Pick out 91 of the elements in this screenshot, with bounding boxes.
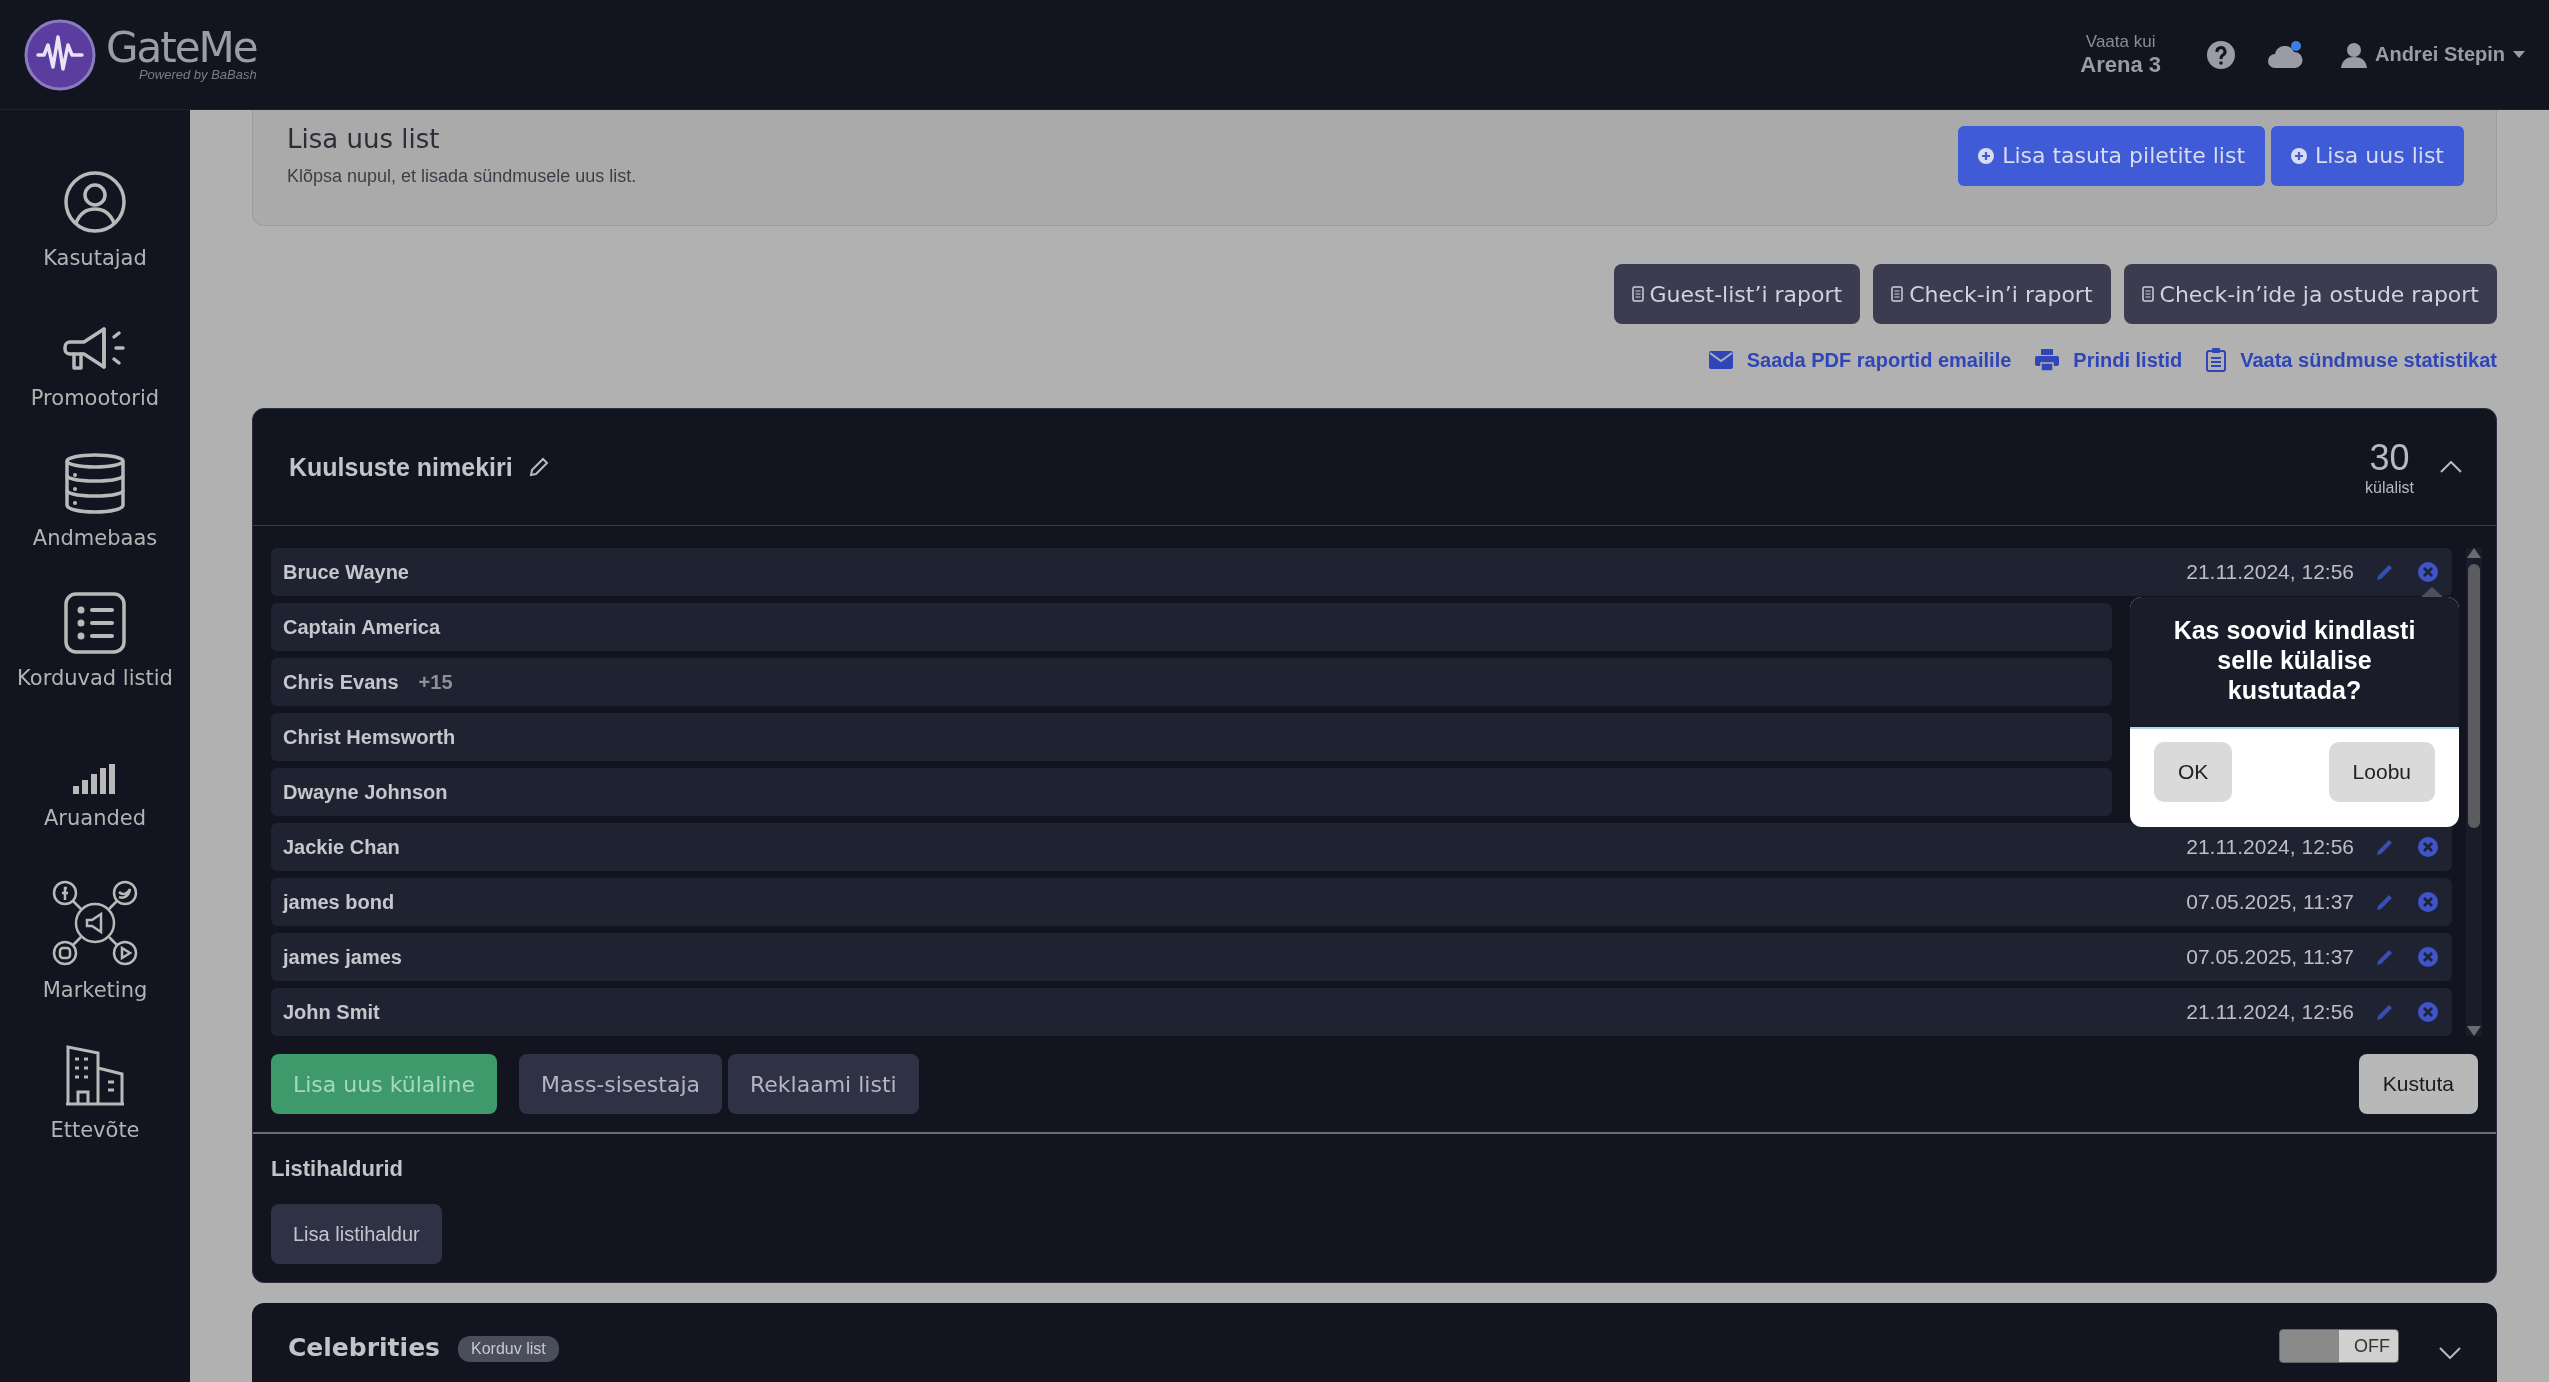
printer-icon — [2035, 349, 2060, 371]
guest-name: Jackie Chan — [283, 835, 400, 859]
guest-name: james bond — [283, 890, 395, 914]
guest-date: 07.05.2025, 11:37 — [2186, 945, 2354, 969]
help-icon[interactable] — [2207, 40, 2235, 69]
sidebar-item[interactable]: Andmebaas — [32, 526, 158, 550]
guest-date: 21.11.2024, 12:56 — [2186, 560, 2354, 584]
guest-count: 30 — [2369, 437, 2410, 479]
sidebar-item[interactable]: Aruanded — [43, 806, 147, 830]
guest-row[interactable]: Captain America — [271, 603, 2112, 651]
guest-row[interactable]: Dwayne Johnson — [271, 768, 2112, 816]
document-icon — [1631, 286, 1644, 302]
social-network-icon — [52, 880, 138, 966]
cloud-icon[interactable] — [2267, 39, 2303, 70]
report-button[interactable]: Guest-list’i raport — [1613, 264, 1861, 324]
report-button[interactable]: Check-in’ide ja ostude raport — [2123, 264, 2497, 324]
guest-count-label: külalist — [2365, 479, 2414, 497]
sidebar-item[interactable]: Korduvad listid — [17, 666, 173, 690]
toggle-switch[interactable]: OFF — [2279, 1329, 2399, 1363]
document-icon — [2141, 286, 2154, 302]
guest-name: Bruce Wayne — [283, 560, 409, 584]
tagline: Powered by BaBash — [138, 67, 257, 82]
guest-row[interactable]: Christ Hemsworth — [271, 713, 2112, 761]
sidebar-item[interactable]: Kasutajad — [43, 246, 147, 270]
guest-name: Captain America — [283, 615, 441, 639]
document-icon — [1891, 286, 1904, 302]
report-link[interactable]: Prindi listid — [2035, 348, 2183, 372]
add-list-button[interactable]: Lisa uus list — [2271, 125, 2464, 186]
delete-icon[interactable] — [2418, 1002, 2438, 1022]
scrollbar[interactable] — [2466, 548, 2482, 1036]
user-icon[interactable] — [2341, 41, 2367, 68]
logo-text: GateMe — [106, 27, 257, 69]
guest-name: John Smit — [283, 1000, 380, 1024]
guest-name: Dwayne Johnson — [283, 780, 448, 804]
delete-button[interactable]: Kustuta — [2358, 1054, 2478, 1114]
guest-row[interactable]: james james 07.05.2025, 11:37 — [271, 933, 2452, 981]
caret-icon[interactable] — [2513, 50, 2525, 59]
plus-circle-icon — [1978, 147, 1995, 164]
guest-name: Chris Evans — [283, 670, 399, 694]
list-icon — [64, 592, 126, 654]
envelope-icon — [1708, 351, 1733, 369]
list-action-button[interactable]: Mass-sisestaja — [518, 1054, 722, 1114]
report-link[interactable]: Saada PDF raportid emailile — [1708, 348, 2012, 372]
cancel-button[interactable]: Loobu — [2328, 742, 2435, 802]
clipboard-icon — [2206, 348, 2227, 372]
delete-icon[interactable] — [2418, 947, 2438, 967]
add-list-button[interactable]: Lisa tasuta piletite list — [1958, 125, 2266, 186]
building-icon — [64, 1044, 126, 1106]
guest-name: Christ Hemsworth — [283, 725, 456, 749]
confirm-message: Kas soovid kindlasti selle külalise kustutada? — [2130, 597, 2459, 729]
sidebar-item[interactable]: Promootorid — [30, 386, 160, 410]
section-title: Listihaldurid — [271, 1156, 404, 1182]
report-link[interactable]: Vaata sündmuse statistikat — [2206, 348, 2497, 372]
plus-circle-icon — [2291, 147, 2308, 164]
sidebar-item[interactable]: Ettevõte — [50, 1118, 140, 1142]
guest-row[interactable]: Chris Evans +15 — [271, 658, 2112, 706]
guest-date: 21.11.2024, 12:56 — [2186, 835, 2354, 859]
scroll-down-icon[interactable] — [2467, 1026, 2481, 1036]
sidebar-item[interactable]: Marketing — [42, 978, 148, 1002]
scroll-up-icon[interactable] — [2467, 548, 2481, 558]
card-description: Klõpsa nupul, et lisada sündmusele uus list. — [287, 166, 637, 187]
delete-icon[interactable] — [2418, 837, 2438, 857]
guest-row[interactable]: John Smit 21.11.2024, 12:56 — [271, 988, 2452, 1036]
signal-bars-icon — [73, 764, 117, 794]
guest-date: 21.11.2024, 12:56 — [2186, 1000, 2354, 1024]
view-as-label: Vaata kui — [2085, 31, 2156, 52]
chevron-down-icon[interactable] — [2439, 1347, 2461, 1359]
recurring-badge: Korduv list — [458, 1336, 559, 1362]
user-name[interactable]: Andrei Stepin — [2375, 43, 2505, 66]
add-manager-button[interactable]: Lisa listihaldur — [271, 1204, 442, 1264]
ok-button[interactable]: OK — [2154, 742, 2233, 802]
report-button[interactable]: Check-in’i raport — [1873, 264, 2111, 324]
card-title: Lisa uus list — [287, 124, 441, 154]
delete-icon[interactable] — [2418, 892, 2438, 912]
plus-count: +15 — [418, 670, 453, 694]
list-title: Kuulsuste nimekiri — [289, 452, 513, 482]
list-title: Celebrities — [288, 1333, 440, 1362]
guest-name: james james — [283, 945, 402, 969]
venue-name[interactable]: Arena 3 — [2080, 51, 2161, 78]
logo-icon — [24, 18, 96, 91]
database-icon — [64, 452, 126, 514]
guest-row[interactable]: james bond 07.05.2025, 11:37 — [271, 878, 2452, 926]
popup-pointer-icon — [2421, 587, 2443, 597]
chevron-up-icon[interactable] — [2440, 461, 2462, 473]
user-icon — [63, 170, 127, 234]
pencil-icon[interactable] — [528, 457, 549, 477]
guest-row[interactable]: Jackie Chan 21.11.2024, 12:56 — [271, 823, 2452, 871]
list-action-button[interactable]: Reklaami listi — [728, 1054, 919, 1114]
guest-date: 07.05.2025, 11:37 — [2186, 890, 2354, 914]
guest-row[interactable]: Bruce Wayne 21.11.2024, 12:56 — [271, 548, 2452, 596]
delete-icon[interactable] — [2418, 562, 2438, 582]
